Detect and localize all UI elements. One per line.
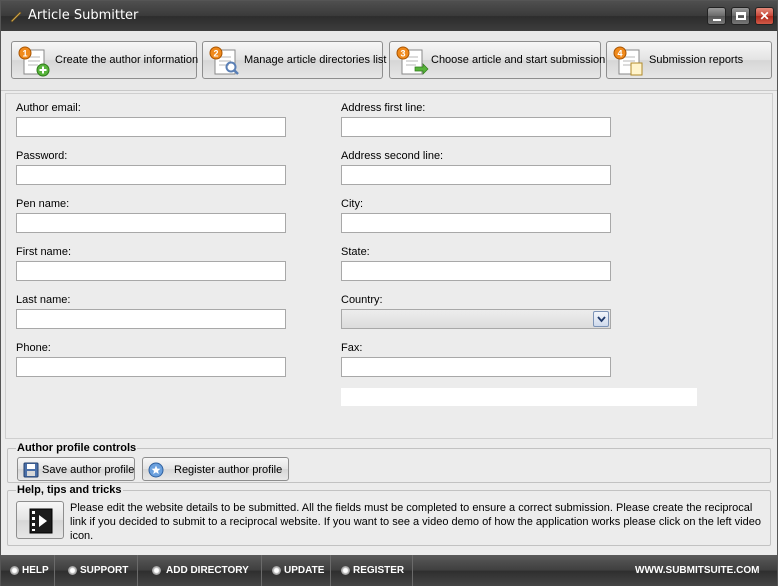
- step-label: Manage article directories list: [244, 54, 387, 66]
- help-link[interactable]: HELP: [1, 555, 55, 586]
- app-window: Article Submitter ✕ 1 Create the author …: [0, 0, 778, 586]
- password-field[interactable]: [16, 165, 286, 185]
- website-link[interactable]: WWW.SUBMITSUITE.COM: [635, 565, 759, 576]
- bottom-bar: HELP SUPPORT ADD DIRECTORY UPDATE REGIST…: [1, 555, 777, 586]
- status-strip: [341, 388, 697, 406]
- close-button[interactable]: ✕: [755, 7, 774, 25]
- step-label: Choose article and start submission: [431, 54, 606, 66]
- help-group: Help, tips and tricks Please edit the we…: [7, 484, 771, 546]
- fax-field[interactable]: [341, 357, 611, 377]
- fax-label: Fax:: [341, 342, 363, 354]
- author-form: Author email: Password: Pen name: First …: [5, 93, 773, 439]
- star-badge-icon: [148, 462, 164, 478]
- author-profile-controls-group: Author profile controls Save author prof…: [7, 442, 771, 483]
- step-create-author-button[interactable]: 1 Create the author information: [11, 41, 199, 79]
- step-submission-reports-button[interactable]: 4 Submission reports: [606, 41, 772, 79]
- country-label: Country:: [341, 294, 383, 306]
- bullet-icon: [152, 566, 161, 575]
- step-choose-article-button[interactable]: 3 Choose article and start submission: [389, 41, 605, 79]
- maximize-icon: [736, 12, 746, 20]
- password-label: Password:: [16, 150, 68, 162]
- update-link[interactable]: UPDATE: [262, 555, 331, 586]
- city-label: City:: [341, 198, 363, 210]
- save-author-profile-button[interactable]: Save author profile: [17, 457, 135, 481]
- add-directory-link[interactable]: ADD DIRECTORY: [138, 555, 262, 586]
- address-first-line-field[interactable]: [341, 117, 611, 137]
- pen-name-field[interactable]: [16, 213, 286, 233]
- svg-text:1: 1: [22, 49, 27, 59]
- svg-text:3: 3: [400, 49, 405, 59]
- author-email-label: Author email:: [16, 102, 81, 114]
- state-label: State:: [341, 246, 370, 258]
- reports-icon: 4: [613, 46, 643, 76]
- minimize-icon: [713, 19, 721, 21]
- register-link[interactable]: REGISTER: [331, 555, 413, 586]
- group-title: Help, tips and tricks: [16, 484, 123, 496]
- maximize-button[interactable]: [731, 7, 750, 25]
- support-link[interactable]: SUPPORT: [55, 555, 138, 586]
- dropdown-arrow-button[interactable]: [593, 311, 609, 327]
- pen-name-label: Pen name:: [16, 198, 70, 210]
- close-icon: ✕: [759, 9, 770, 23]
- phone-field[interactable]: [16, 357, 286, 377]
- address-first-line-label: Address first line:: [341, 102, 426, 114]
- help-text: Please edit the website details to be su…: [70, 502, 761, 542]
- bullet-icon: [272, 566, 281, 575]
- floppy-disk-icon: [23, 462, 39, 478]
- address-second-line-label: Address second line:: [341, 150, 444, 162]
- pen-icon: [10, 11, 22, 23]
- group-title: Author profile controls: [16, 442, 138, 454]
- bullet-icon: [68, 566, 77, 575]
- step-label: Create the author information: [55, 54, 199, 66]
- bullet-icon: [341, 566, 350, 575]
- step-label: Submission reports: [649, 54, 744, 66]
- video-demo-button[interactable]: [16, 501, 64, 539]
- address-second-line-field[interactable]: [341, 165, 611, 185]
- start-submission-icon: 3: [396, 46, 429, 75]
- svg-text:4: 4: [617, 49, 622, 59]
- first-name-label: First name:: [16, 246, 72, 258]
- register-author-profile-button[interactable]: Register author profile: [142, 457, 289, 481]
- author-info-icon: 1: [18, 46, 50, 77]
- svg-text:2: 2: [213, 49, 218, 59]
- country-select[interactable]: [341, 309, 611, 329]
- first-name-field[interactable]: [16, 261, 286, 281]
- video-play-icon: [29, 508, 53, 534]
- state-field[interactable]: [341, 261, 611, 281]
- author-email-field[interactable]: [16, 117, 286, 137]
- last-name-label: Last name:: [16, 294, 71, 306]
- city-field[interactable]: [341, 213, 611, 233]
- minimize-button[interactable]: [707, 7, 726, 25]
- phone-label: Phone:: [16, 342, 51, 354]
- step-toolbar: 1 Create the author information 2 Manage…: [1, 31, 777, 91]
- chevron-down-icon: [597, 316, 606, 323]
- step-manage-directories-button[interactable]: 2 Manage article directories list: [202, 41, 387, 79]
- title-bar[interactable]: Article Submitter ✕: [1, 1, 777, 31]
- bullet-icon: [10, 566, 19, 575]
- last-name-field[interactable]: [16, 309, 286, 329]
- register-label: Register author profile: [174, 464, 283, 476]
- directories-list-icon: 2: [209, 46, 239, 75]
- window-title: Article Submitter: [28, 8, 139, 23]
- save-label: Save author profile: [42, 464, 135, 476]
